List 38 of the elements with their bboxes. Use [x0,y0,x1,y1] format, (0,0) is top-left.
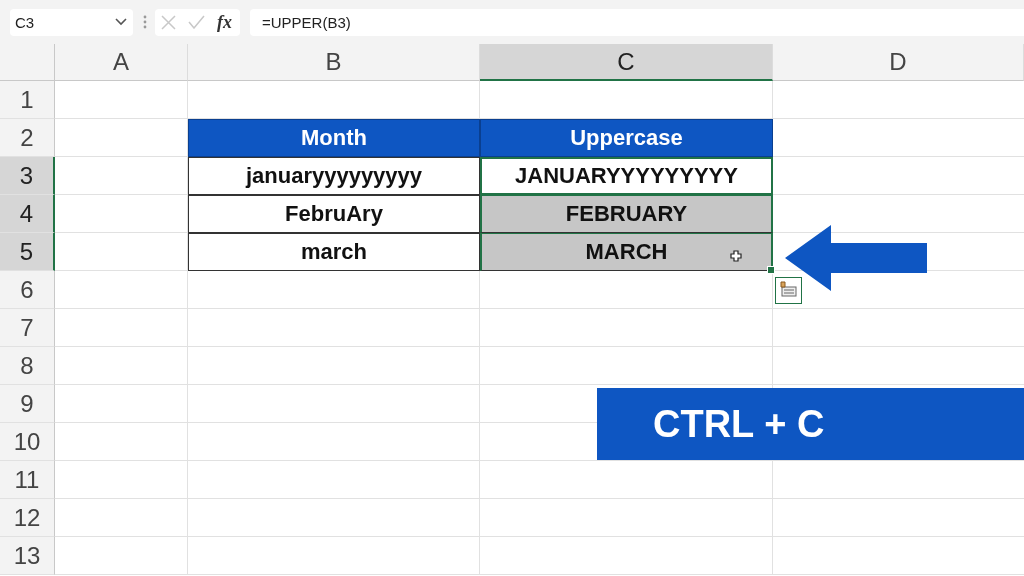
row-header[interactable]: 10 [0,423,55,461]
row-header[interactable]: 9 [0,385,55,423]
paste-options-icon[interactable] [775,277,802,304]
table-cell: JANUARYYYYYYYYY [480,157,773,195]
row-header[interactable]: 12 [0,499,55,537]
table-header-cell: Month [188,119,480,157]
row-header[interactable]: 4 [0,195,55,233]
row-header[interactable]: 3 [0,157,55,195]
row-header[interactable]: 13 [0,537,55,575]
name-box[interactable]: C3 [10,8,133,36]
row-header[interactable]: 5 [0,233,55,271]
cell-reference: C3 [15,13,35,31]
more-options-icon[interactable] [143,14,147,30]
table-cell: march [188,233,480,271]
cancel-icon[interactable] [161,14,176,30]
column-header[interactable]: B [188,44,480,81]
cursor-cross-icon [730,250,742,262]
column-header[interactable]: A [55,44,188,81]
checkmark-icon[interactable] [188,15,205,29]
row-header[interactable]: 6 [0,271,55,309]
chevron-down-icon[interactable] [115,18,127,26]
keyboard-shortcut-banner: CTRL + C [597,388,1024,460]
row-header[interactable]: 7 [0,309,55,347]
table-cell: FEBRUARY [480,195,773,233]
insert-function-button[interactable]: fx [217,11,232,33]
formula-field[interactable]: =UPPER(B3) [250,8,1024,36]
row-header[interactable]: 1 [0,81,55,119]
select-all-button[interactable] [0,44,55,81]
column-header[interactable]: C [480,44,773,81]
fill-handle[interactable] [767,266,775,274]
table-header-cell: Uppercase [480,119,773,157]
column-header[interactable]: D [773,44,1024,81]
row-header[interactable]: 8 [0,347,55,385]
row-header[interactable]: 2 [0,119,55,157]
row-header[interactable]: 11 [0,461,55,499]
table-cell: MARCH [480,233,773,271]
table-cell: FebruAry [188,195,480,233]
table-cell: januaryyyyyyyyy [188,157,480,195]
